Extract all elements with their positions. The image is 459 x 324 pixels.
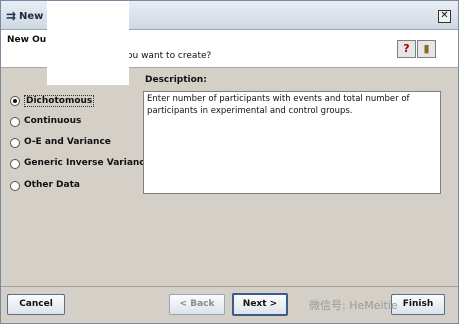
- header-subtitle: ou want to create?: [127, 51, 212, 61]
- option-label: Continuous: [24, 116, 82, 126]
- radio-icon[interactable]: [10, 181, 20, 191]
- back-button[interactable]: < Back: [169, 294, 225, 315]
- description-label: Description:: [145, 75, 207, 85]
- option-label: Dichotomous: [24, 95, 95, 107]
- description-text: Enter number of participants with events…: [147, 94, 410, 116]
- option-label: Generic Inverse Variance: [24, 158, 151, 168]
- new-outcome-wizard-window: ⇉ New zard ✕ New Ou d ou want to create?…: [0, 0, 459, 324]
- close-icon: ✕: [440, 10, 449, 21]
- option-label: Other Data: [24, 180, 80, 190]
- help-button[interactable]: ?: [397, 40, 416, 58]
- radio-icon[interactable]: [10, 138, 20, 148]
- book-button[interactable]: ▮: [417, 40, 436, 58]
- radio-icon[interactable]: [10, 117, 20, 127]
- book-icon: ▮: [423, 42, 430, 55]
- cancel-button[interactable]: Cancel: [7, 294, 65, 315]
- footer-divider: [1, 286, 458, 287]
- window-title-start: New: [19, 11, 44, 22]
- next-button[interactable]: Next >: [232, 293, 288, 316]
- radio-selected-icon[interactable]: [10, 96, 20, 106]
- description-box: Enter number of participants with events…: [143, 91, 441, 194]
- close-button[interactable]: ✕: [438, 10, 451, 23]
- wizard-main: Dichotomous Continuous O-E and Variance …: [1, 68, 458, 288]
- watermark-text: 微信号: HeMeitie: [309, 299, 398, 312]
- redacted-area: [47, 1, 129, 85]
- help-icon: ?: [403, 42, 410, 55]
- header-title-start: New Ou: [7, 35, 47, 45]
- wizard-icon: ⇉: [6, 9, 17, 23]
- finish-button[interactable]: Finish: [391, 294, 445, 315]
- radio-icon[interactable]: [10, 159, 20, 169]
- option-label: O-E and Variance: [24, 137, 111, 147]
